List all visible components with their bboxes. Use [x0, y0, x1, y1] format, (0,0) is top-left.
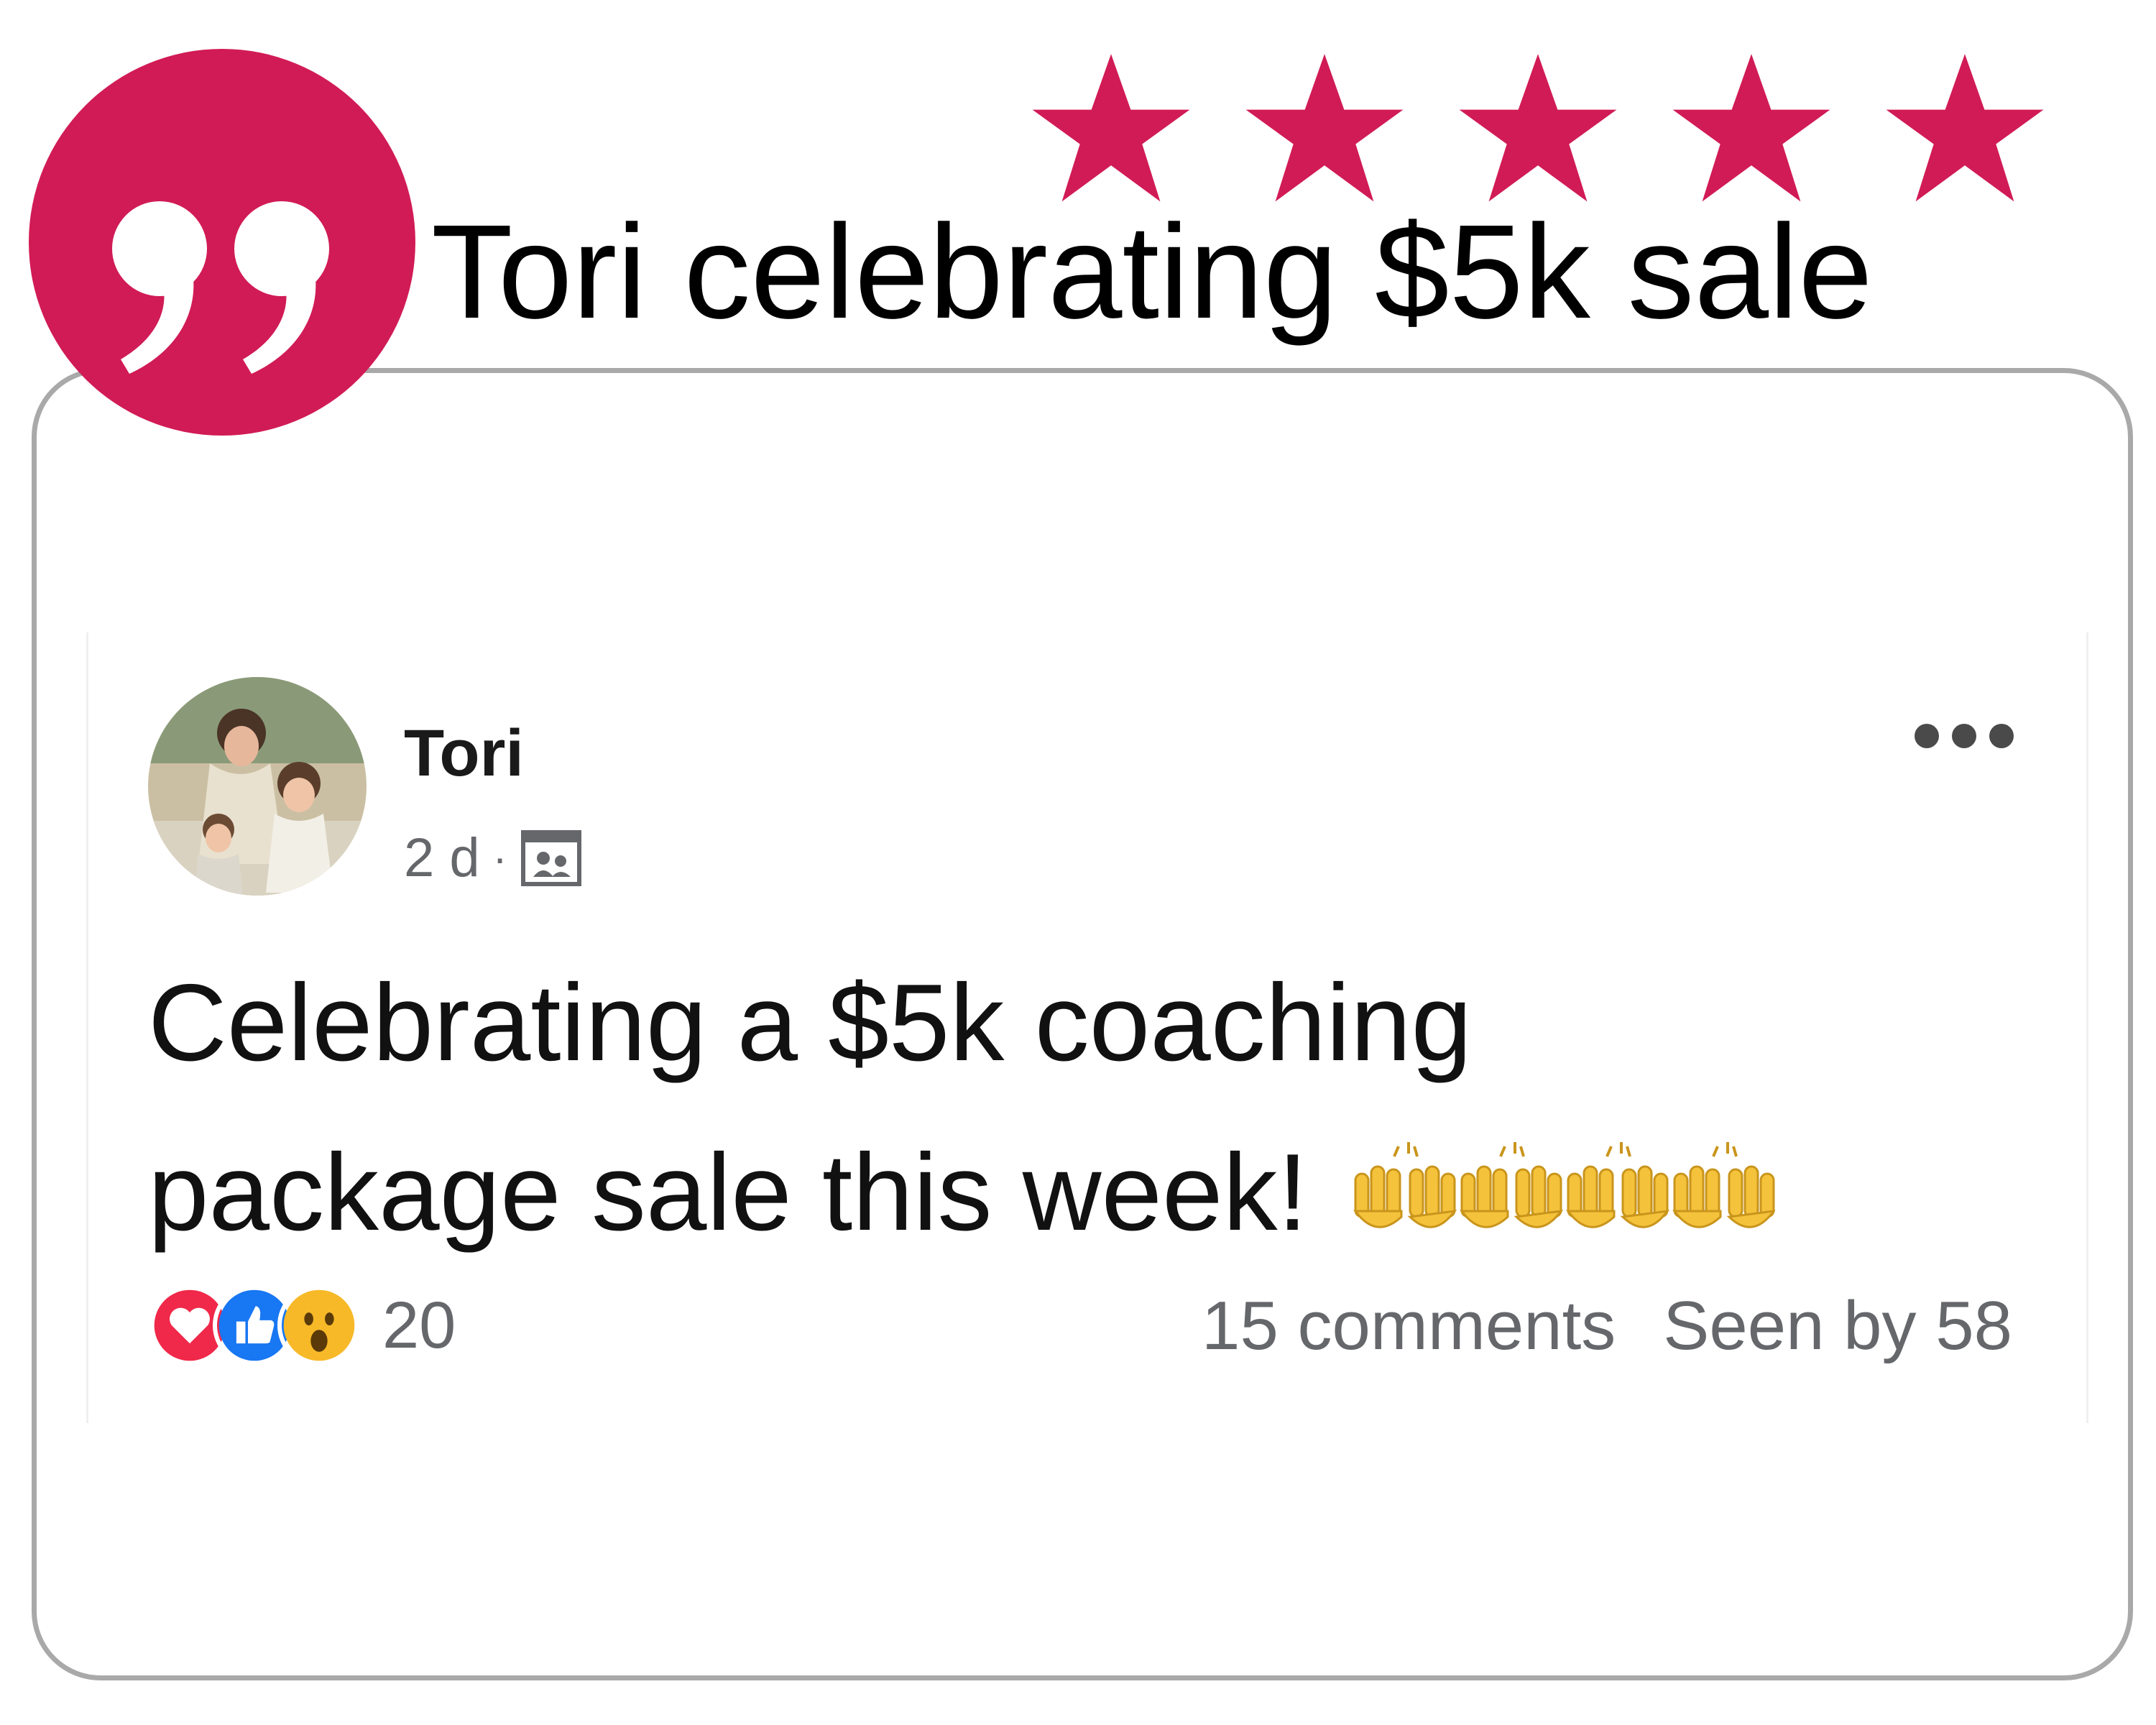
post-time[interactable]: 2 d: [404, 827, 480, 889]
post-text-line-2: package sale this week!: [148, 1131, 1308, 1254]
meta-separator: ·: [492, 834, 507, 882]
post-text-line-2-wrap: package sale this week!: [148, 1108, 1930, 1295]
post-meta: 2 d ·: [404, 827, 582, 889]
more-options-icon[interactable]: [1915, 722, 2014, 750]
group-audience-icon: [520, 829, 581, 886]
star-icon: [1672, 54, 1830, 202]
post-stats: 15 comments Seen by 58: [1202, 1287, 2012, 1366]
star-icon: [1459, 54, 1617, 202]
quote-icon: [112, 201, 329, 374]
raising-hands-emoji: [1351, 1126, 1776, 1295]
avatar[interactable]: [148, 677, 367, 896]
post-author-name[interactable]: Tori: [404, 716, 524, 791]
reactions-summary[interactable]: 20: [148, 1284, 456, 1367]
seen-by-link[interactable]: Seen by 58: [1663, 1287, 2012, 1366]
wow-reaction-icon: [277, 1284, 361, 1367]
testimonial-title: Tori celebrating $5k sale: [431, 198, 1873, 346]
quote-badge: [29, 49, 415, 436]
comments-count-link[interactable]: 15 comments: [1202, 1287, 1616, 1366]
post-text: Celebrating a $5k coaching package sale …: [148, 939, 1930, 1294]
rating-stars: [1029, 47, 2047, 211]
post-text-line-1: Celebrating a $5k coaching: [148, 962, 1473, 1084]
star-icon: [1245, 54, 1404, 202]
reaction-count: 20: [382, 1288, 456, 1362]
star-icon: [1032, 54, 1190, 202]
star-icon: [1886, 54, 2044, 202]
